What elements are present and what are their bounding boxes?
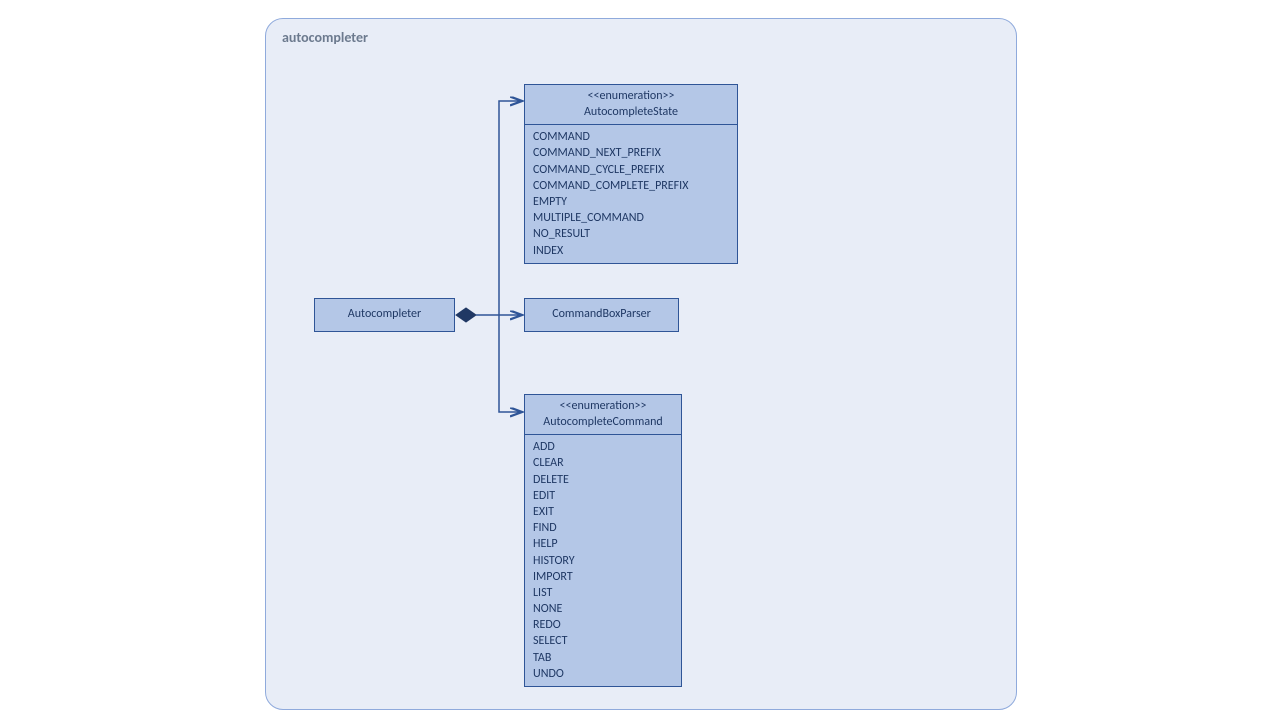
class-header: CommandBoxParser <box>525 299 678 331</box>
class-body: ADD CLEAR DELETE EDIT EXIT FIND HELP HIS… <box>525 435 681 686</box>
enum-value: TAB <box>533 650 673 666</box>
enum-value: NO_RESULT <box>533 226 729 242</box>
enum-value: DELETE <box>533 472 673 488</box>
enum-value: COMMAND <box>533 129 729 145</box>
enum-value: IMPORT <box>533 569 673 585</box>
enum-value: REDO <box>533 617 673 633</box>
enum-value: COMMAND_NEXT_PREFIX <box>533 145 729 161</box>
class-autocompleter: Autocompleter <box>314 298 455 332</box>
enum-value: NONE <box>533 601 673 617</box>
stereotype-label: <<enumeration>> <box>531 89 731 105</box>
enum-value: SELECT <box>533 633 673 649</box>
class-command-box-parser: CommandBoxParser <box>524 298 679 332</box>
class-name: Autocompleter <box>348 307 421 321</box>
enum-value: ADD <box>533 439 673 455</box>
enum-value: MULTIPLE_COMMAND <box>533 210 729 226</box>
class-header: <<enumeration>> AutocompleteState <box>525 85 737 125</box>
class-header: Autocompleter <box>315 299 454 331</box>
enum-value: HELP <box>533 536 673 552</box>
package-title: autocompleter <box>282 29 368 46</box>
enum-value: CLEAR <box>533 455 673 471</box>
enum-value: UNDO <box>533 666 673 682</box>
class-name: AutocompleteState <box>531 105 731 121</box>
class-body: COMMAND COMMAND_NEXT_PREFIX COMMAND_CYCL… <box>525 125 737 263</box>
enum-value: EDIT <box>533 488 673 504</box>
class-autocomplete-state: <<enumeration>> AutocompleteState COMMAN… <box>524 84 738 264</box>
class-name: AutocompleteCommand <box>531 415 675 431</box>
enum-value: COMMAND_COMPLETE_PREFIX <box>533 178 729 194</box>
enum-value: HISTORY <box>533 553 673 569</box>
enum-value: EMPTY <box>533 194 729 210</box>
enum-value: COMMAND_CYCLE_PREFIX <box>533 162 729 178</box>
class-header: <<enumeration>> AutocompleteCommand <box>525 395 681 435</box>
enum-value: INDEX <box>533 243 729 259</box>
enum-value: FIND <box>533 520 673 536</box>
enum-value: EXIT <box>533 504 673 520</box>
enum-value: LIST <box>533 585 673 601</box>
class-autocomplete-command: <<enumeration>> AutocompleteCommand ADD … <box>524 394 682 687</box>
class-name: CommandBoxParser <box>552 307 651 321</box>
stereotype-label: <<enumeration>> <box>531 399 675 415</box>
